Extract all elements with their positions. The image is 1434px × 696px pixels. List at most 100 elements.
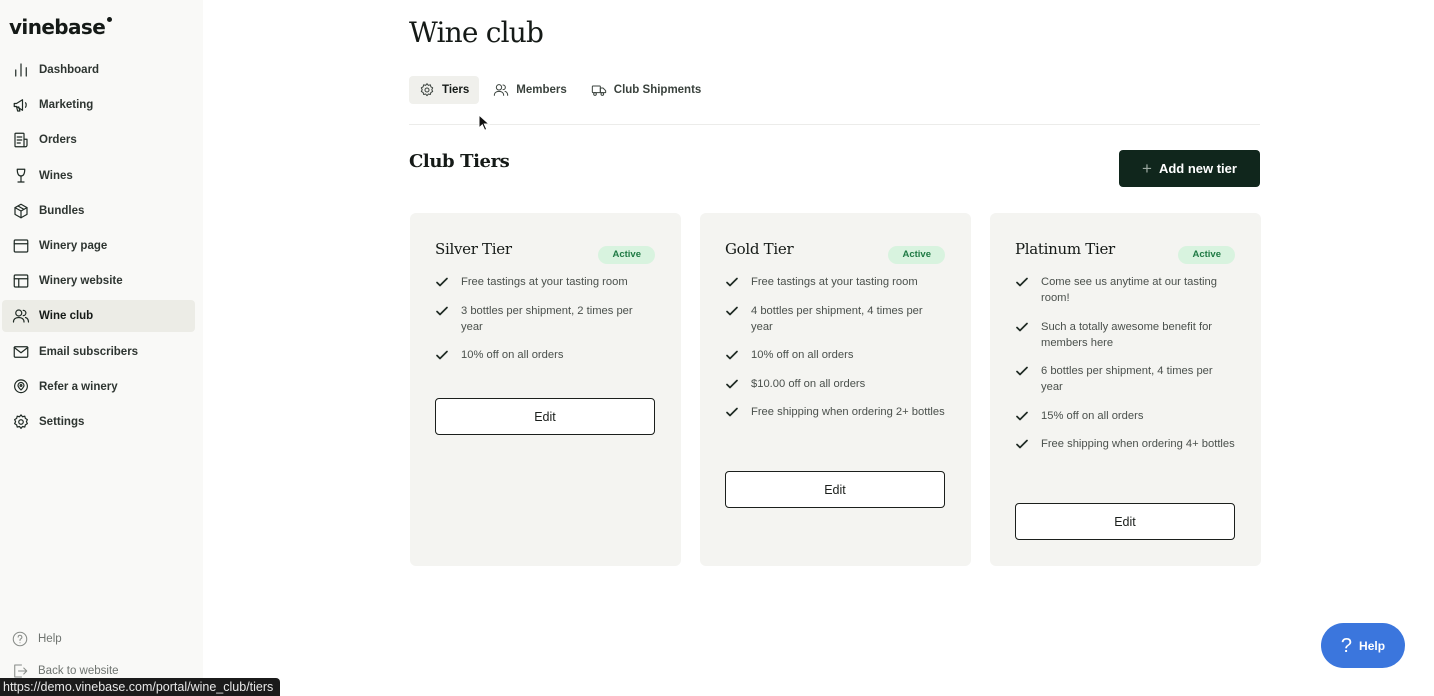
browser-window-icon [11,236,30,255]
sidebar-item-refer-a-winery[interactable]: Refer a winery [2,371,195,403]
sidebar-item-bundles[interactable]: Bundles [2,195,195,227]
page-title: Wine club [409,16,544,49]
users-icon [11,307,30,326]
benefit-list: Free tastings at your tasting room 4 bot… [725,274,947,433]
edit-label: Edit [824,482,846,497]
check-icon [725,405,739,419]
tab-members[interactable]: Members [483,76,577,104]
sidebar-item-winery-website[interactable]: Winery website [2,265,195,297]
benefit-list: Come see us anytime at our tasting room!… [1015,274,1237,465]
sidebar: vinebase Dashboard Marketing Orders Wine… [0,0,203,696]
add-new-tier-button[interactable]: + Add new tier [1119,150,1260,187]
map-pin-icon [11,377,30,396]
status-badge: Active [1178,246,1235,264]
edit-tier-button[interactable]: Edit [725,471,945,508]
sidebar-item-wine-club[interactable]: Wine club [2,300,195,333]
benefit-text: Such a totally awesome benefit for membe… [1041,320,1213,349]
benefit-item: Free shipping when ordering 4+ bottles [1015,436,1237,452]
sidebar-nav: Dashboard Marketing Orders Wines Bundles… [2,54,195,441]
add-new-tier-label: Add new tier [1158,161,1237,176]
sidebar-item-label: Email subscribers [39,345,139,358]
tab-bar: Tiers Members Club Shipments [409,76,715,104]
mail-icon [11,342,30,361]
tab-tiers[interactable]: Tiers [409,76,480,104]
tier-name: Silver Tier [435,240,512,258]
edit-tier-button[interactable]: Edit [435,398,655,435]
section-title: Club Tiers [409,151,510,172]
benefit-text: Free tastings at your tasting room [461,276,628,288]
benefit-text: 10% off on all orders [461,349,564,362]
sidebar-item-winery-page[interactable]: Winery page [2,230,195,262]
benefit-item: $10.00 off on all orders [725,376,947,392]
benefit-item: 15% off on all orders [1015,408,1237,424]
sidebar-item-settings[interactable]: Settings [2,406,195,438]
sidebar-item-wines[interactable]: Wines [2,160,195,192]
sidebar-item-label: Bundles [39,204,85,217]
sidebar-item-orders[interactable]: Orders [2,124,195,156]
sidebar-item-dashboard[interactable]: Dashboard [2,54,195,86]
edit-label: Edit [1114,514,1136,529]
edit-tier-button[interactable]: Edit [1015,503,1235,540]
sidebar-item-label: Settings [39,415,85,428]
benefit-item: 10% off on all orders [435,347,657,363]
benefit-text: 4 bottles per shipment, 4 times per year [751,304,923,333]
help-chat-label: Help [1359,638,1386,653]
question-circle-icon [10,629,29,648]
benefit-item: Come see us anytime at our tasting room! [1015,274,1237,306]
sidebar-item-label: Refer a winery [39,380,118,393]
mouse-cursor-icon [478,114,490,131]
check-icon [1015,409,1029,423]
status-badge: Active [598,246,655,264]
check-icon [435,304,449,318]
tier-card-silver: Silver Tier Active Free tastings at your… [410,213,681,566]
benefit-item: Free shipping when ordering 2+ bottles [725,404,947,420]
sidebar-item-label: Orders [39,134,77,147]
check-icon [435,275,449,289]
benefit-item: Such a totally awesome benefit for membe… [1015,319,1237,351]
sidebar-item-label: Dashboard [39,64,100,76]
check-icon [725,275,739,289]
tab-label: Members [516,84,567,96]
receipt-icon [11,131,30,150]
sidebar-item-label: Wines [39,169,73,182]
benefit-text: 15% off on all orders [1041,409,1144,422]
sidebar-item-label: Winery website [39,275,123,288]
sidebar-item-label: Wine club [39,310,94,323]
benefit-list: Free tastings at your tasting room 3 bot… [435,274,657,376]
help-chat-button[interactable]: ? Help [1321,623,1405,668]
sidebar-item-email-subscribers[interactable]: Email subscribers [2,336,195,368]
wine-glass-icon [11,166,30,185]
check-icon [1015,320,1029,334]
sidebar-item-label: Marketing [39,99,94,112]
help-link[interactable]: Help [10,629,62,648]
back-to-website-label: Back to website [38,664,119,677]
tier-name: Gold Tier [725,240,794,258]
benefit-item: 10% off on all orders [725,347,947,363]
benefit-item: Free tastings at your tasting room [725,274,947,290]
check-icon [1015,275,1029,289]
sidebar-item-marketing[interactable]: Marketing [2,89,195,121]
help-link-label: Help [38,632,62,645]
tab-club-shipments[interactable]: Club Shipments [581,76,712,104]
benefit-text: 10% off on all orders [751,349,854,362]
tier-card-platinum: Platinum Tier Active Come see us anytime… [990,213,1261,566]
tab-label: Tiers [442,84,470,96]
edit-label: Edit [534,409,556,424]
plus-icon: + [1142,159,1152,178]
benefit-text: 6 bottles per shipment, 4 times per year [1041,365,1213,394]
truck-icon [591,85,606,96]
benefit-item: Free tastings at your tasting room [435,274,657,290]
gear-icon [11,412,30,431]
layout-icon [11,272,30,291]
status-badge: Active [888,246,945,264]
benefit-text: Free tastings at your tasting room [751,276,918,288]
tier-name: Platinum Tier [1015,240,1115,258]
sidebar-item-label: Winery page [39,239,108,252]
vinebase-logo[interactable]: vinebase [9,15,113,39]
benefit-item: 3 bottles per shipment, 2 times per year [435,303,657,335]
users-icon [494,84,509,96]
benefit-text: $10.00 off on all orders [751,377,866,390]
benefit-item: 6 bottles per shipment, 4 times per year [1015,363,1237,395]
check-icon [1015,364,1029,378]
logo-dot [107,17,113,22]
